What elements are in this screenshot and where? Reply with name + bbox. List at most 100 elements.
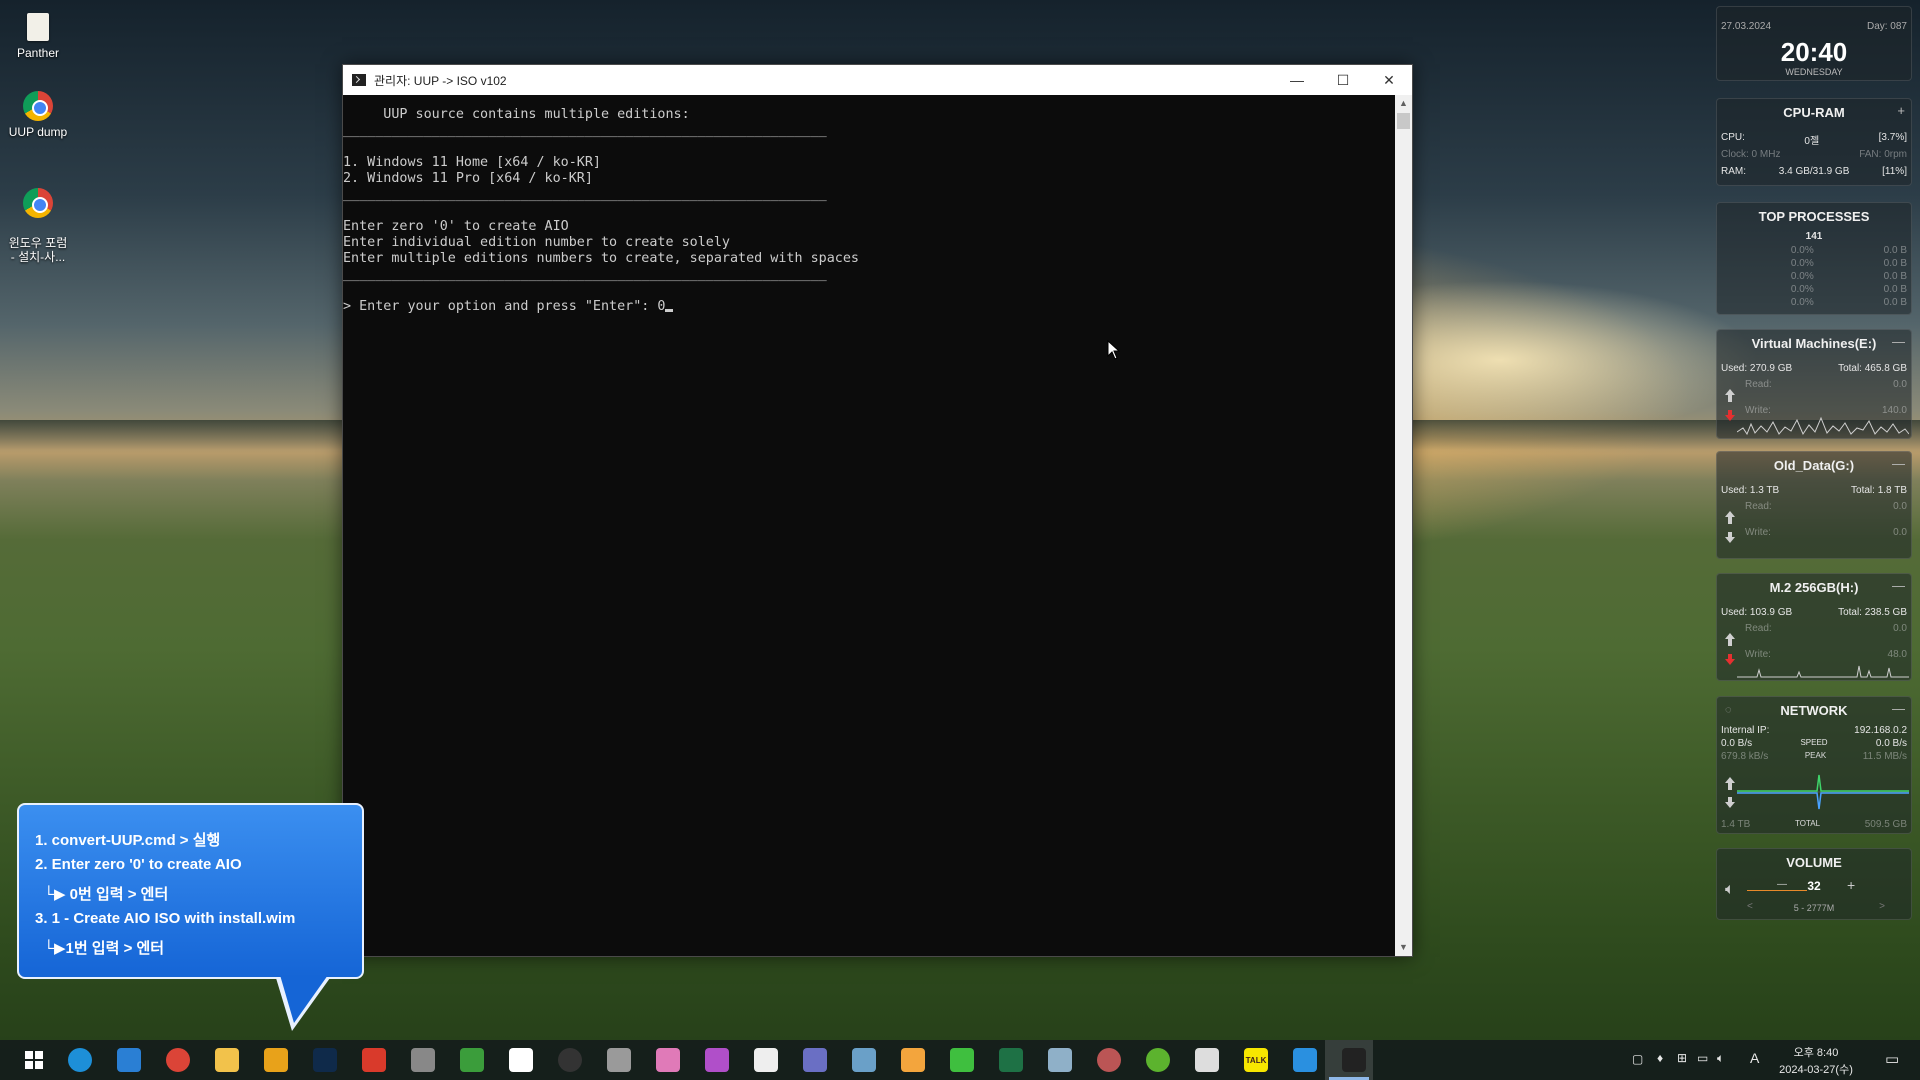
taskbar-edge-icon[interactable] (68, 1048, 92, 1072)
taskbar-app-orange-box-icon[interactable] (1293, 1048, 1317, 1072)
network-gadget: NETWORK ◌ — Internal IP: 192.168.0.2 0.0 … (1716, 696, 1912, 834)
download-arrow-icon (1725, 797, 1735, 809)
volume-icon[interactable]: 🔈︎ (1717, 1051, 1724, 1066)
taskbar-utorrent-icon[interactable] (1146, 1048, 1170, 1072)
collapse-button[interactable]: — (1892, 456, 1905, 471)
upload-arrow-icon (1725, 777, 1735, 792)
read-arrow-icon (1725, 389, 1735, 404)
taskbar-app-red-icon[interactable] (362, 1048, 386, 1072)
process-mem: 0.0 B (1883, 271, 1907, 282)
expand-button[interactable]: + (1897, 103, 1905, 118)
process-cpu: 0.0% (1790, 284, 1814, 295)
taskbar-app-folder-icon[interactable] (852, 1048, 876, 1072)
drive-total: Total: 1.8 TB (1851, 485, 1907, 496)
write-arrow-icon (1725, 532, 1735, 544)
clock-weekday: WEDNESDAY (1785, 67, 1843, 77)
taskbar-ie-icon[interactable] (117, 1048, 141, 1072)
console-line: Enter zero '0' to create AIO (343, 219, 569, 234)
notification-icon[interactable]: ▭ (1885, 1050, 1899, 1068)
upload-speed: 0.0 B/s (1875, 738, 1907, 749)
minimize-button[interactable]: — (1274, 65, 1320, 95)
tray-time[interactable]: 오후 8:40 (1776, 1044, 1856, 1060)
callout-line: └▶1번 입력 > 엔터 (35, 940, 165, 957)
maximize-button[interactable]: ☐ (1320, 65, 1366, 95)
taskbar-app-keyboard-icon[interactable] (1195, 1048, 1219, 1072)
taskbar-app-triangle-icon[interactable] (264, 1048, 288, 1072)
window-titlebar[interactable]: 관리자: UUP -> ISO v102 — ☐ ✕ (343, 65, 1412, 95)
taskbar-app-pink-icon[interactable] (656, 1048, 680, 1072)
desktop-icon-panther[interactable]: Panther (0, 10, 76, 60)
collapse-button[interactable]: — (1892, 578, 1905, 593)
read-label: Read: (1745, 501, 1772, 512)
drive-g-gadget: Old_Data(G:) — Used: 1.3 TB Total: 1.8 TB… (1716, 451, 1912, 559)
tray-flame-icon[interactable]: ♦ (1657, 1051, 1663, 1065)
top-processes-gadget: TOP PROCESSES 141 0.0% 0.0 B 0.0% 0.0 B 0.… (1716, 202, 1912, 315)
desktop-icon-label: Panther (16, 46, 60, 60)
tray-windows-icon[interactable]: ⊞ (1677, 1051, 1687, 1065)
system-tray: ▢ ♦ ⊞ ▭ 🔈︎ A 오후 8:40 2024-03-27(수) ▭ (1620, 1040, 1920, 1080)
ime-indicator[interactable]: A (1750, 1050, 1759, 1066)
taskbar-app-info-icon[interactable] (705, 1048, 729, 1072)
volume-up-button[interactable]: + (1847, 877, 1855, 893)
taskbar-app-paper-icon[interactable] (1048, 1048, 1072, 1072)
vertical-scrollbar[interactable]: ▲ ▼ (1395, 95, 1412, 956)
cpu-ram-gadget: CPU-RAM + CPU: 0젤 [3.7%] Clock: 0 MHz FA… (1716, 98, 1912, 186)
cpu-clock: Clock: 0 MHz (1721, 149, 1781, 160)
console-output[interactable]: UUP source contains multiple editions: __… (343, 95, 1395, 956)
desktop-icon-label: UUP dump (8, 125, 68, 139)
file-icon (27, 13, 49, 41)
taskbar-kakaotalk-icon[interactable]: TALK (1244, 1048, 1268, 1072)
console-window[interactable]: 관리자: UUP -> ISO v102 — ☐ ✕ UUP source co… (342, 64, 1413, 957)
taskbar-app-hat-icon[interactable] (803, 1048, 827, 1072)
collapse-button[interactable]: — (1892, 701, 1905, 716)
chrome-icon (23, 188, 53, 218)
taskbar-photoshop-icon[interactable] (313, 1048, 337, 1072)
task-view-icon[interactable]: ▢ (1632, 1052, 1643, 1066)
chrome-icon (23, 91, 53, 121)
ip-label: Internal IP: (1721, 725, 1770, 736)
gadget-title: CPU-RAM (1783, 105, 1845, 120)
taskbar-app-disc-icon[interactable] (1097, 1048, 1121, 1072)
taskbar-app-c-icon[interactable] (509, 1048, 533, 1072)
next-device-button[interactable]: > (1879, 901, 1885, 912)
taskbar-chrome-icon[interactable] (166, 1048, 190, 1072)
volume-level-bar[interactable] (1747, 890, 1807, 891)
disk-activity-graph (1737, 416, 1909, 436)
total-label: TOTAL (1794, 819, 1821, 828)
taskbar-app-diamond-icon[interactable] (607, 1048, 631, 1072)
write-value: 0.0 (1893, 527, 1907, 538)
console-line: UUP source contains multiple editions: (343, 107, 690, 122)
network-icon[interactable]: ▭ (1697, 1051, 1708, 1065)
windows-start-icon[interactable] (22, 1048, 46, 1072)
drive-h-gadget: M.2 256GB(H:) — Used: 103.9 GB Total: 238… (1716, 573, 1912, 681)
taskbar-app-d-icon[interactable] (754, 1048, 778, 1072)
taskbar-app-obs-icon[interactable] (558, 1048, 582, 1072)
taskbar-file-explorer-icon[interactable] (215, 1048, 239, 1072)
instruction-callout: 1. convert-UUP.cmd > 실행 2. Enter zero '0… (17, 803, 364, 979)
cmd-icon (352, 74, 366, 86)
taskbar-terminal-icon[interactable] (1342, 1048, 1366, 1072)
desktop-icon-windows-forum[interactable]: 윈도우 포럼 - 설치-사... (0, 172, 76, 278)
tray-date[interactable]: 2024-03-27(수) (1768, 1061, 1864, 1077)
speed-label: SPEED (1800, 738, 1828, 747)
desktop-icon-uup-dump[interactable]: UUP dump (0, 89, 76, 139)
scroll-down-arrow-icon[interactable]: ▼ (1395, 939, 1412, 956)
collapse-button[interactable]: — (1892, 334, 1905, 349)
taskbar-excel-icon[interactable] (999, 1048, 1023, 1072)
console-line: 1. Windows 11 Home [x64 / ko-KR] (343, 155, 601, 170)
upload-total: 509.5 GB (1864, 819, 1907, 830)
taskbar-app-green-icon[interactable] (460, 1048, 484, 1072)
console-line: ________________________________________… (343, 123, 827, 138)
taskbar-app-tools-icon[interactable] (411, 1048, 435, 1072)
taskbar-app-green-diamond-icon[interactable] (950, 1048, 974, 1072)
write-label: Write: (1745, 527, 1771, 538)
refresh-icon[interactable]: ◌ (1725, 704, 1732, 716)
drive-e-gadget: Virtual Machines(E:) — Used: 270.9 GB Tot… (1716, 329, 1912, 439)
scroll-up-arrow-icon[interactable]: ▲ (1395, 95, 1412, 112)
console-line: 2. Windows 11 Pro [x64 / ko-KR] (343, 171, 593, 186)
scroll-thumb[interactable] (1397, 113, 1410, 129)
close-button[interactable]: ✕ (1366, 65, 1412, 95)
process-mem: 0.0 B (1883, 245, 1907, 256)
taskbar-app-pin-icon[interactable] (901, 1048, 925, 1072)
